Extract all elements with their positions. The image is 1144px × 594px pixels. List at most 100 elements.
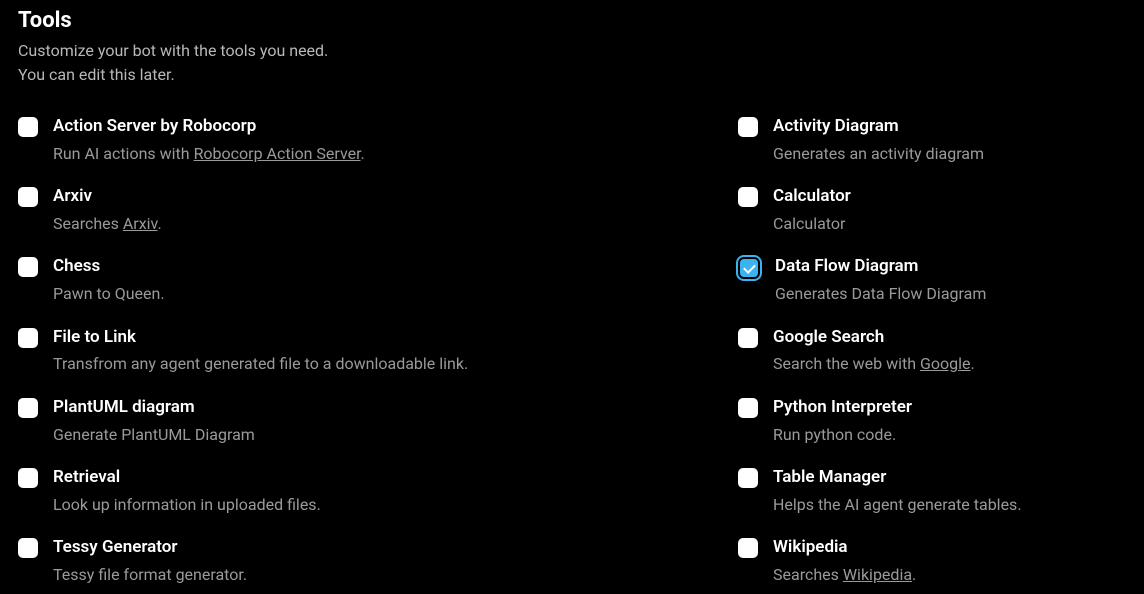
checkbox-chess[interactable] [18, 257, 38, 277]
checkbox-table-manager[interactable] [738, 468, 758, 488]
desc-prefix: Search the web with [773, 354, 920, 373]
tool-title: Chess [53, 255, 165, 279]
tool-title: Table Manager [773, 466, 1022, 490]
tool-title: Action Server by Robocorp [53, 115, 365, 139]
checkbox-action-server[interactable] [18, 117, 38, 137]
tool-description: Transfrom any agent generated file to a … [53, 353, 468, 375]
tool-title: Calculator [773, 185, 851, 209]
tool-text: Chess Pawn to Queen. [53, 255, 165, 305]
tool-text: Table Manager Helps the AI agent generate… [773, 466, 1022, 516]
page-title: Tools [18, 8, 1126, 33]
desc-prefix: Look up information in uploaded files. [53, 495, 321, 514]
tool-description: Generates an activity diagram [773, 143, 984, 165]
tool-text: Python Interpreter Run python code. [773, 396, 912, 446]
tool-item-chess: Chess Pawn to Queen. [18, 255, 698, 305]
desc-link-wikipedia[interactable]: Wikipedia [843, 565, 912, 584]
tools-columns: Action Server by Robocorp Run AI actions … [18, 115, 1126, 586]
checkbox-tessy[interactable] [18, 538, 38, 558]
desc-prefix: Searches [53, 214, 123, 233]
tool-description: Run AI actions with Robocorp Action Serv… [53, 143, 365, 165]
tool-text: Action Server by Robocorp Run AI actions … [53, 115, 365, 165]
page-subtitle: Customize your bot with the tools you ne… [18, 39, 1126, 87]
tool-item-google-search: Google Search Search the web with Google. [738, 326, 1108, 376]
checkbox-plantuml[interactable] [18, 398, 38, 418]
tool-description: Generate PlantUML Diagram [53, 424, 255, 446]
tool-description: Look up information in uploaded files. [53, 494, 321, 516]
tool-title: Data Flow Diagram [775, 255, 986, 279]
tool-item-tessy: Tessy Generator Tessy file format generat… [18, 536, 698, 586]
desc-prefix: Helps the AI agent generate tables. [773, 495, 1022, 514]
tool-title: File to Link [53, 326, 468, 350]
checkbox-retrieval[interactable] [18, 468, 38, 488]
desc-prefix: Tessy file format generator. [53, 565, 247, 584]
desc-suffix: . [971, 354, 975, 373]
desc-suffix: . [912, 565, 916, 584]
desc-prefix: Generates an activity diagram [773, 144, 984, 163]
tool-item-activity-diagram: Activity Diagram Generates an activity di… [738, 115, 1108, 165]
tool-title: Arxiv [53, 185, 162, 209]
desc-prefix: Run python code. [773, 425, 896, 444]
desc-prefix: Transfrom any agent generated file to a … [53, 354, 468, 373]
tool-title: Retrieval [53, 466, 321, 490]
tool-text: Retrieval Look up information in uploaded… [53, 466, 321, 516]
tool-title: Google Search [773, 326, 975, 350]
tool-description: Searches Arxiv. [53, 213, 162, 235]
tool-description: Generates Data Flow Diagram [775, 283, 986, 305]
header: Tools Customize your bot with the tools … [18, 8, 1126, 87]
tool-title: Python Interpreter [773, 396, 912, 420]
checkbox-google-search[interactable] [738, 328, 758, 348]
tool-title: PlantUML diagram [53, 396, 255, 420]
tool-description: Run python code. [773, 424, 912, 446]
tool-item-wikipedia: WikipediaSearches Wikipedia. [738, 536, 1108, 586]
tool-item-python-interpreter: Python Interpreter Run python code. [738, 396, 1108, 446]
tool-text: Calculator Calculator [773, 185, 851, 235]
tool-description: Search the web with Google. [773, 353, 975, 375]
checkbox-wikipedia[interactable] [738, 538, 758, 558]
tool-title: Wikipedia [773, 536, 916, 560]
desc-link-action-server[interactable]: Robocorp Action Server [194, 144, 361, 163]
tool-item-plantuml: PlantUML diagram Generate PlantUML Diagra… [18, 396, 698, 446]
tool-text: WikipediaSearches Wikipedia. [773, 536, 916, 586]
tool-description: Searches Wikipedia. [773, 564, 916, 586]
tool-item-action-server: Action Server by Robocorp Run AI actions … [18, 115, 698, 165]
checkbox-calculator[interactable] [738, 187, 758, 207]
tool-text: Google Search Search the web with Google. [773, 326, 975, 376]
checkbox-data-flow-diagram[interactable] [738, 257, 760, 279]
tool-item-file-to-link: File to Link Transfrom any agent generate… [18, 326, 698, 376]
desc-link-arxiv[interactable]: Arxiv [123, 214, 158, 233]
tool-description: Tessy file format generator. [53, 564, 247, 586]
tool-item-arxiv: ArxivSearches Arxiv. [18, 185, 698, 235]
desc-suffix: . [361, 144, 365, 163]
desc-prefix: Generates Data Flow Diagram [775, 284, 986, 303]
checkbox-arxiv[interactable] [18, 187, 38, 207]
tool-text: PlantUML diagram Generate PlantUML Diagra… [53, 396, 255, 446]
tool-item-table-manager: Table Manager Helps the AI agent generate… [738, 466, 1108, 516]
desc-suffix: . [157, 214, 161, 233]
tool-description: Calculator [773, 213, 851, 235]
desc-prefix: Calculator [773, 214, 845, 233]
checkbox-file-to-link[interactable] [18, 328, 38, 348]
desc-prefix: Run AI actions with [53, 144, 194, 163]
tool-description: Pawn to Queen. [53, 283, 165, 305]
checkbox-python-interpreter[interactable] [738, 398, 758, 418]
tool-text: Activity Diagram Generates an activity di… [773, 115, 984, 165]
tool-text: Data Flow Diagram Generates Data Flow Dia… [775, 255, 986, 305]
desc-prefix: Generate PlantUML Diagram [53, 425, 255, 444]
tool-text: ArxivSearches Arxiv. [53, 185, 162, 235]
checkbox-activity-diagram[interactable] [738, 117, 758, 137]
desc-prefix: Pawn to Queen. [53, 284, 165, 303]
tool-text: File to Link Transfrom any agent generate… [53, 326, 468, 376]
desc-link-google-search[interactable]: Google [920, 354, 971, 373]
tool-item-data-flow-diagram: Data Flow Diagram Generates Data Flow Dia… [738, 255, 1108, 305]
tool-title: Tessy Generator [53, 536, 247, 560]
tool-description: Helps the AI agent generate tables. [773, 494, 1022, 516]
tool-item-retrieval: Retrieval Look up information in uploaded… [18, 466, 698, 516]
tools-column-right: Activity Diagram Generates an activity di… [738, 115, 1108, 586]
tool-title: Activity Diagram [773, 115, 984, 139]
tools-column-left: Action Server by Robocorp Run AI actions … [18, 115, 698, 586]
subtitle-line2: You can edit this later. [18, 65, 175, 84]
tool-item-calculator: Calculator Calculator [738, 185, 1108, 235]
subtitle-line1: Customize your bot with the tools you ne… [18, 41, 328, 60]
tool-text: Tessy Generator Tessy file format generat… [53, 536, 247, 586]
desc-prefix: Searches [773, 565, 843, 584]
